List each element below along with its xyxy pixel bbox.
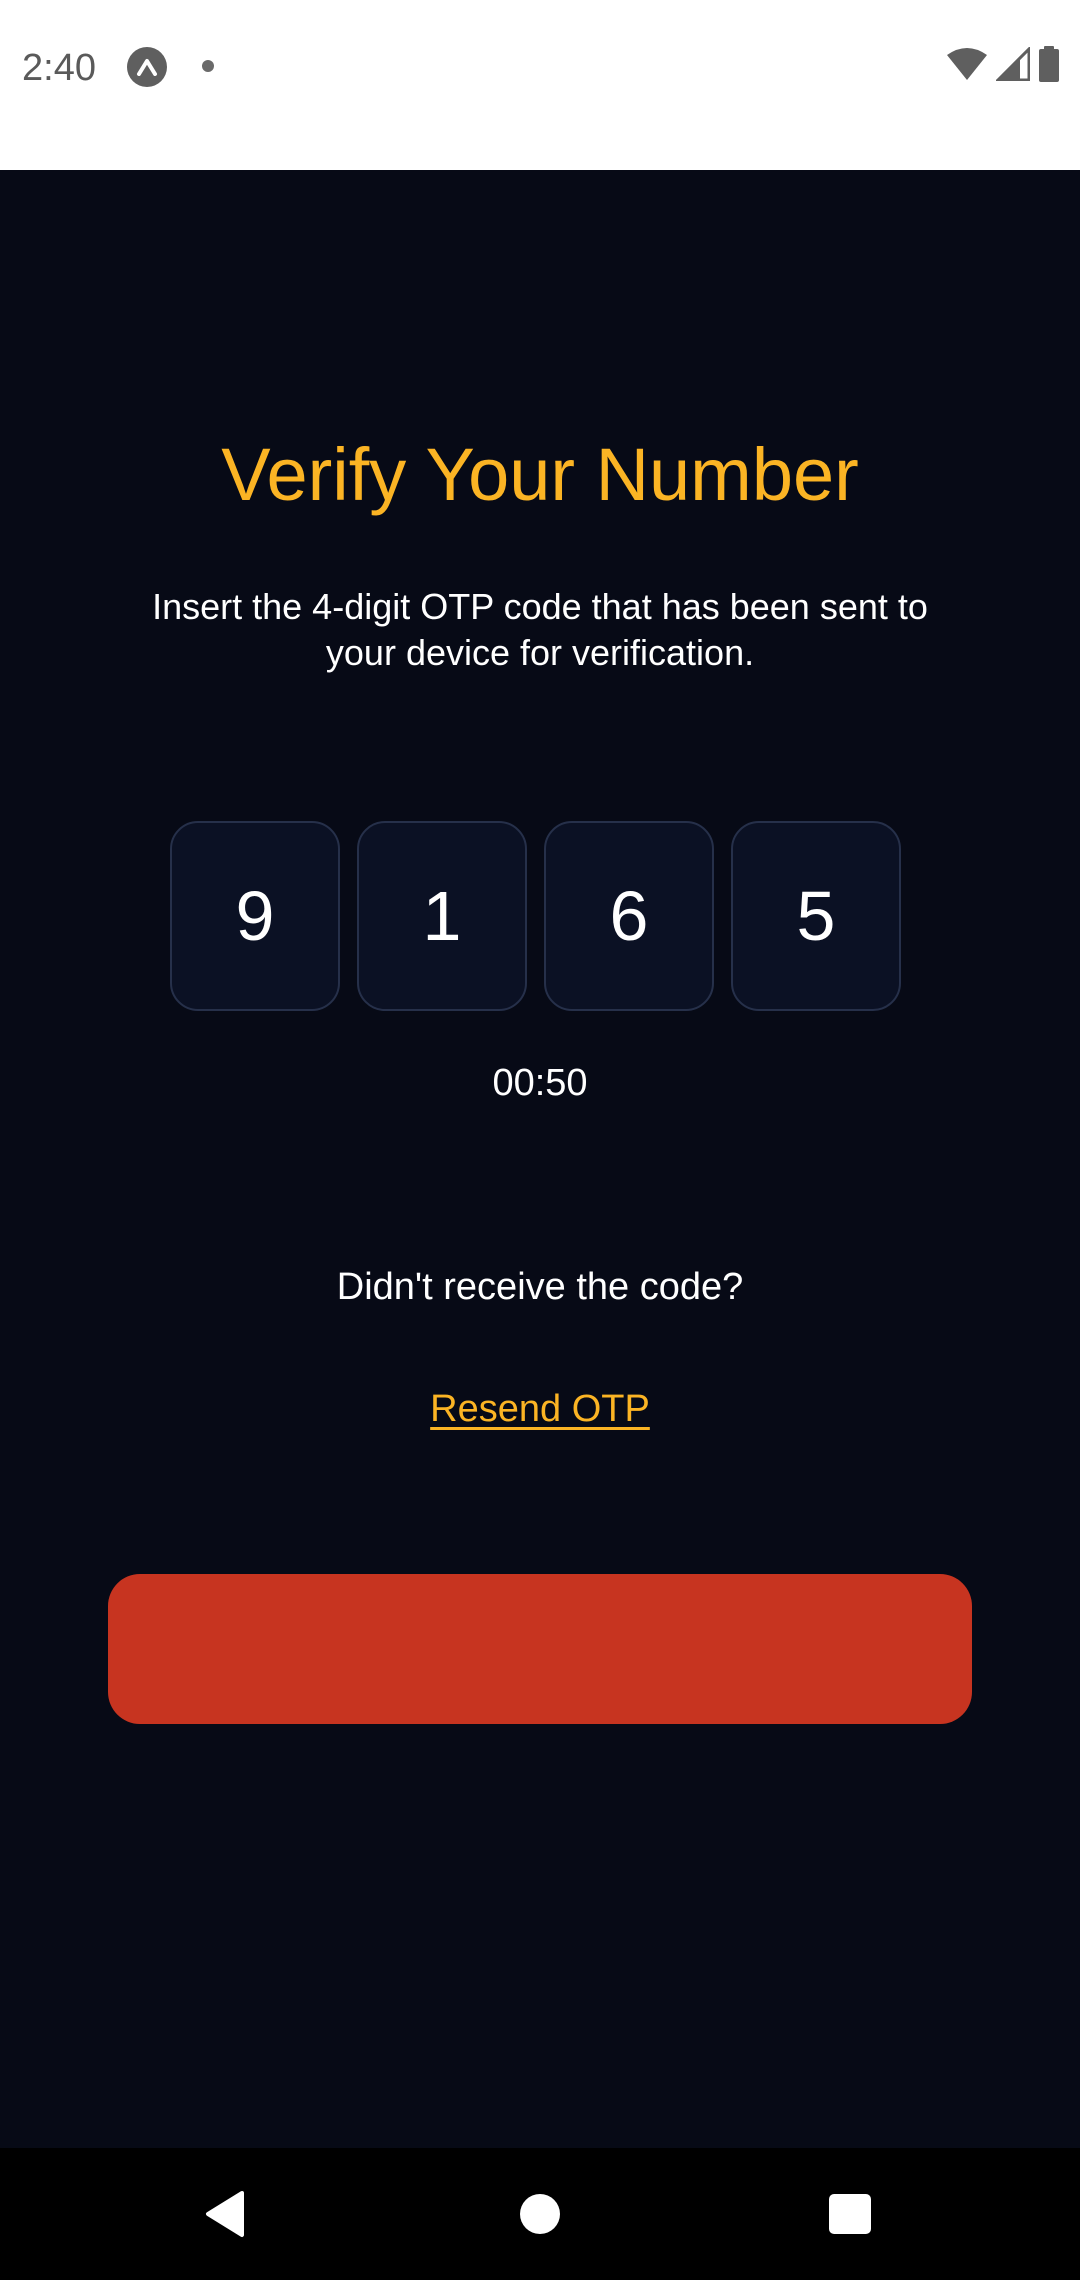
status-icons: [946, 44, 1060, 87]
dot-icon: [202, 60, 214, 72]
didnt-receive-text: Didn't receive the code?: [336, 1266, 744, 1308]
otp-digit-box-4[interactable]: 5: [731, 821, 901, 1011]
status-time: 2:40: [22, 47, 96, 89]
page-title: Verify Your Number: [221, 433, 859, 516]
app-notification-icon: [127, 47, 167, 87]
wifi-icon: [946, 47, 988, 86]
battery-icon: [1038, 45, 1060, 87]
system-navigation-bar: [0, 2148, 1080, 2280]
recents-icon[interactable]: [829, 2194, 871, 2234]
otp-digit-box-2[interactable]: 1: [357, 821, 527, 1011]
countdown-timer: 00:50: [492, 1062, 588, 1104]
otp-verification-screen: 2:40 Verify Your Number Insert the 4-dig…: [0, 0, 1080, 2280]
otp-input-group: 9 1 6 5: [170, 821, 901, 1013]
back-icon[interactable]: [204, 2190, 246, 2243]
otp-digit-box-1[interactable]: 9: [170, 821, 340, 1011]
instruction-text: Insert the 4-digit OTP code that has bee…: [152, 586, 928, 673]
resend-otp-link[interactable]: Resend OTP: [0, 1386, 1080, 1432]
cellular-signal-icon: [994, 44, 1031, 86]
status-bar: 2:40: [0, 0, 1080, 170]
home-icon[interactable]: [520, 2194, 560, 2234]
verify-button[interactable]: [108, 1574, 972, 1724]
otp-digit-box-3[interactable]: 6: [544, 821, 714, 1011]
